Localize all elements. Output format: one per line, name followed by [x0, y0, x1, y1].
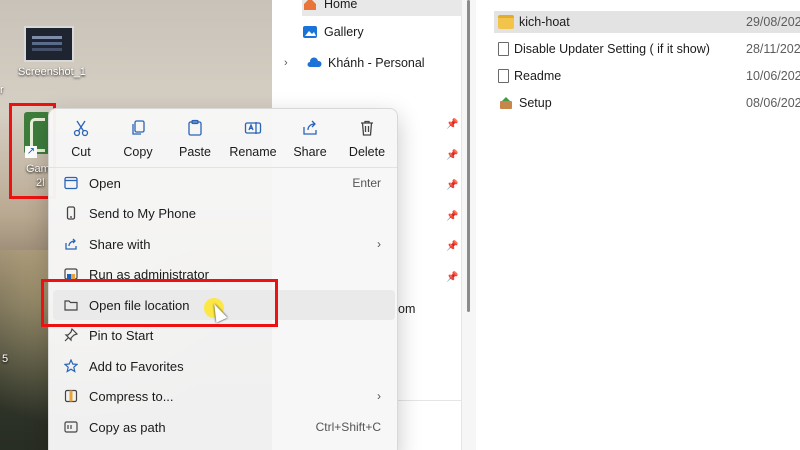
gallery-icon: [302, 24, 318, 40]
cut-button[interactable]: Cut: [52, 115, 110, 163]
share-label: Share: [293, 145, 327, 159]
menu-item-label: Compress to...: [89, 388, 174, 404]
cut-label: Cut: [71, 145, 91, 159]
nav-item-onedrive-label: Khánh - Personal: [328, 56, 425, 70]
copy-label: Copy: [123, 145, 153, 159]
pin-icon[interactable]: 📌: [446, 150, 458, 161]
zip-icon: [63, 388, 79, 404]
file-row-disable-updater[interactable]: Disable Updater Setting ( if it show) 28…: [494, 38, 800, 60]
open-file-location-highlight-box: [41, 279, 278, 327]
share-icon: [299, 117, 321, 139]
file-list: kich-hoat 29/08/2025 Disable Updater Set…: [476, 0, 800, 450]
delete-button[interactable]: Delete: [338, 115, 396, 163]
menu-item-add-to-favorites[interactable]: Add to Favorites: [53, 351, 395, 381]
open-icon: [63, 175, 79, 191]
menu-item-label: Share with: [89, 236, 151, 252]
chevron-right-icon: ›: [377, 237, 381, 251]
nav-item-home-label: Home: [324, 0, 358, 11]
screenshot-file-label: Screenshot_1: [18, 66, 86, 78]
menu-item-shortcut: Enter: [352, 176, 381, 190]
share-with-icon: [63, 236, 79, 252]
star-icon: [63, 358, 79, 374]
share-button[interactable]: Share: [281, 115, 339, 163]
trash-icon: [356, 117, 378, 139]
menu-item-label: Add to Favorites: [89, 358, 184, 374]
menu-item-share-with[interactable]: Share with ›: [53, 229, 395, 259]
chevron-right-icon: ›: [377, 389, 381, 403]
pin-icon: [63, 327, 79, 343]
screenshot-file-icon[interactable]: [24, 26, 74, 62]
file-row-readme[interactable]: Readme 10/06/2022: [494, 65, 800, 87]
file-row-kich-hoat[interactable]: kich-hoat 29/08/2025: [494, 11, 800, 33]
chevron-right-icon[interactable]: ›: [284, 57, 296, 69]
nav-item-onedrive-personal[interactable]: › Khánh - Personal: [284, 51, 425, 75]
menu-item-compress-to[interactable]: Compress to... ›: [53, 381, 395, 411]
nav-scrollbar[interactable]: [462, 0, 476, 450]
context-quick-actions: Cut Copy Paste Rename Share Delete: [49, 109, 397, 167]
home-icon: [302, 0, 318, 12]
pin-icon[interactable]: 📌: [446, 180, 458, 191]
menu-item-label: Send to My Phone: [89, 205, 196, 221]
pin-icon[interactable]: 📌: [446, 211, 458, 222]
paste-icon: [184, 117, 206, 139]
paste-button[interactable]: Paste: [166, 115, 224, 163]
file-date: 29/08/2025: [746, 15, 800, 29]
file-row-setup[interactable]: Setup 08/06/2022: [494, 92, 800, 114]
menu-item-label: Copy as path: [89, 419, 166, 435]
paste-label: Paste: [179, 145, 211, 159]
nav-item-partial-label: om: [398, 302, 416, 316]
menu-item-send-to-phone[interactable]: Send to My Phone: [53, 198, 395, 228]
path-icon: [63, 419, 79, 435]
nav-item-gallery[interactable]: Gallery: [302, 20, 364, 44]
menu-item-shortcut: Ctrl+Shift+C: [315, 420, 381, 434]
menu-item-label: Open: [89, 175, 121, 191]
file-date: 28/11/2020: [746, 42, 800, 56]
nav-item-gallery-label: Gallery: [324, 25, 364, 39]
menu-item-label: Pin to Start: [89, 327, 154, 343]
text-file-icon: [498, 69, 509, 83]
cloud-icon: [306, 55, 322, 71]
rename-icon: [242, 117, 264, 139]
copy-button[interactable]: Copy: [109, 115, 167, 163]
phone-icon: [63, 205, 79, 221]
pin-icon[interactable]: 📌: [446, 272, 458, 283]
nav-scrollbar-thumb[interactable]: [467, 0, 470, 312]
rename-label: Rename: [229, 145, 277, 159]
desktop-edge-text: r: [0, 84, 4, 96]
document-icon: [498, 42, 509, 56]
installer-icon: [498, 96, 514, 110]
rename-button[interactable]: Rename: [224, 115, 282, 163]
scissors-icon: [70, 117, 92, 139]
nav-item-home[interactable]: Home: [302, 0, 462, 16]
folder-icon: [498, 15, 514, 29]
pin-icon[interactable]: 📌: [446, 241, 458, 252]
file-date: 08/06/2022: [746, 96, 800, 110]
pin-icon[interactable]: 📌: [446, 119, 458, 130]
file-date: 10/06/2022: [746, 69, 800, 83]
copy-icon: [127, 117, 149, 139]
desktop-edge-number: 5: [2, 353, 9, 365]
delete-label: Delete: [348, 145, 386, 159]
menu-item-open[interactable]: Open Enter: [53, 168, 395, 198]
menu-item-copy-as-path[interactable]: Copy as path Ctrl+Shift+C: [53, 412, 395, 442]
